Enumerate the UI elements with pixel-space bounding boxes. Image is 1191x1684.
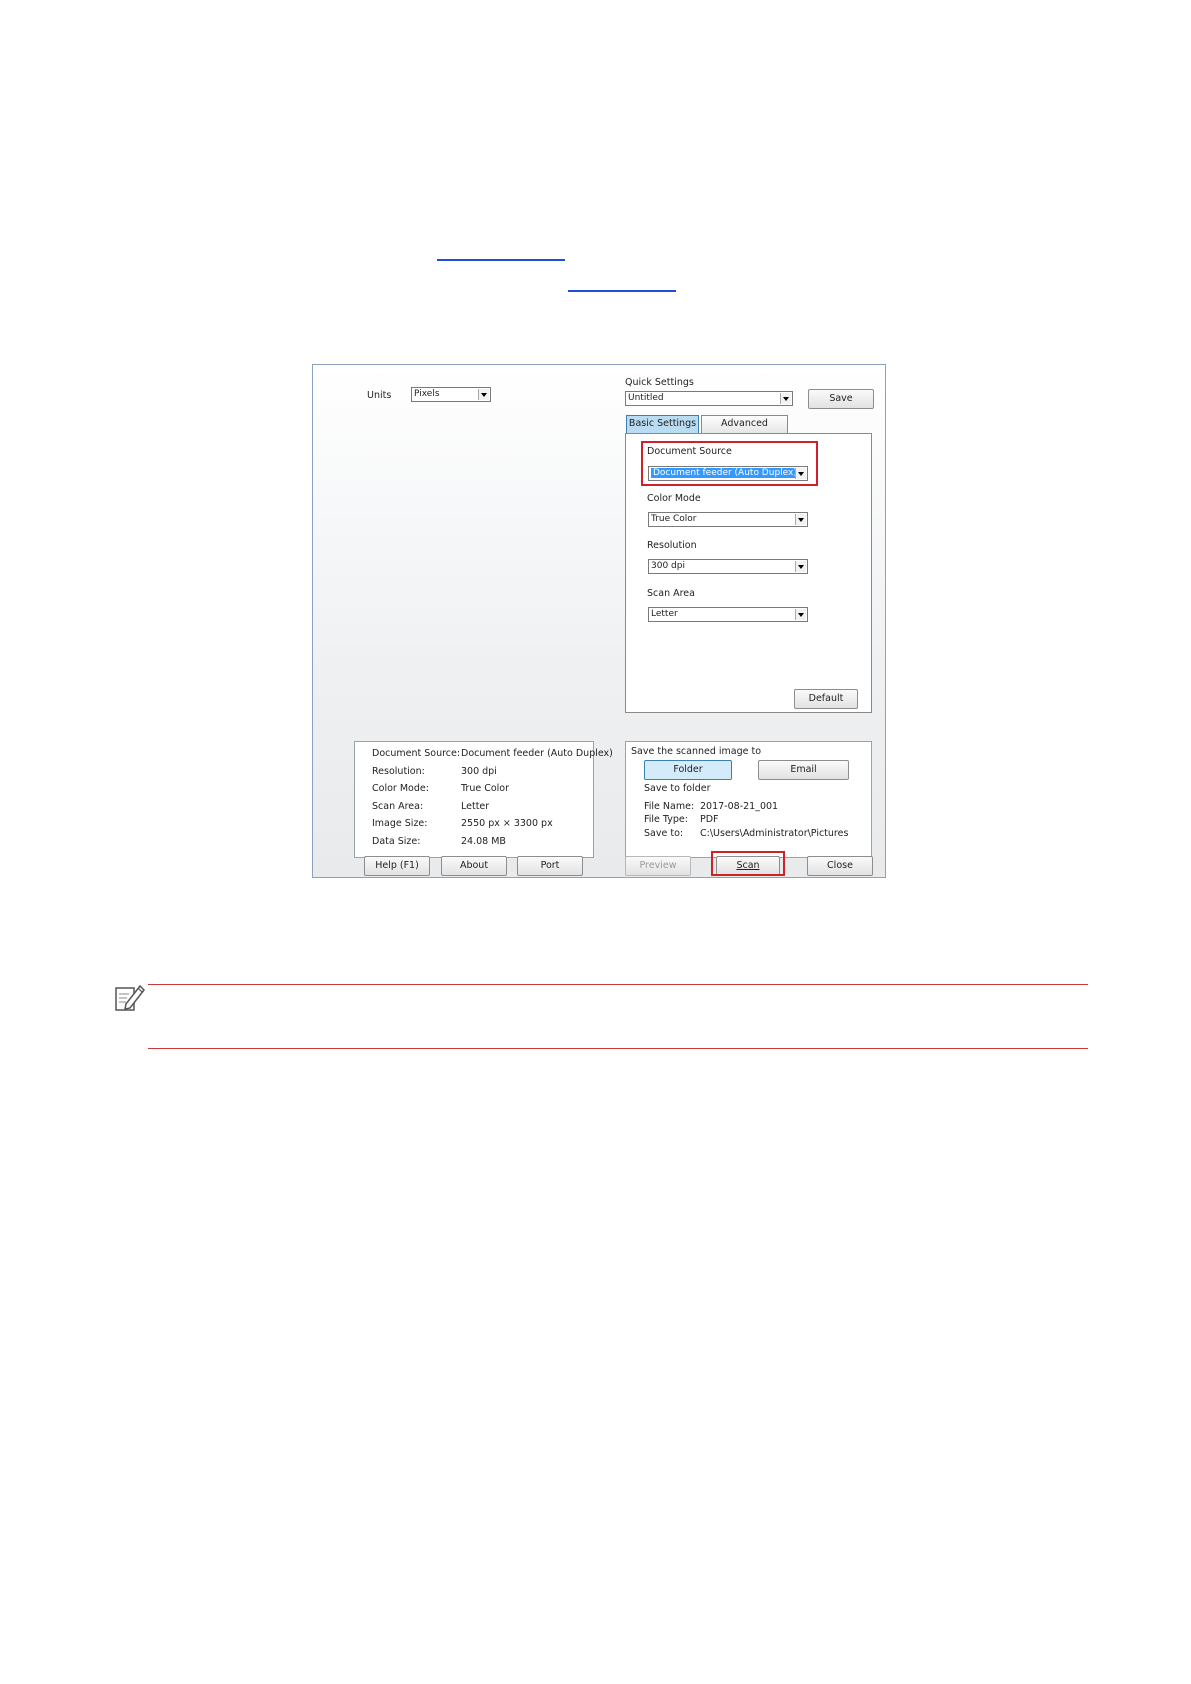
port-button[interactable]: Port <box>517 856 583 876</box>
quick-settings-select[interactable]: Untitled <box>625 391 793 406</box>
resolution-select[interactable]: 300 dpi <box>648 559 808 574</box>
file-type-label: File Type: <box>644 814 688 825</box>
resolution-value: 300 dpi <box>651 561 685 571</box>
scan-area-label: Scan Area <box>647 588 695 599</box>
info-value: 2550 px × 3300 px <box>461 818 553 829</box>
folder-button[interactable]: Folder <box>644 760 732 780</box>
info-label: Data Size: <box>372 835 421 847</box>
help-button[interactable]: Help (F1) <box>364 856 430 876</box>
info-label: Document Source: <box>372 748 461 759</box>
tab-advanced-settings[interactable]: Advanced Settings <box>701 415 788 445</box>
default-button[interactable]: Default <box>794 689 858 709</box>
color-mode-value: True Color <box>651 514 697 524</box>
file-type-value: PDF <box>700 814 719 825</box>
units-label: Units <box>367 390 392 401</box>
close-button[interactable]: Close <box>807 856 873 876</box>
highlight-scan-button <box>711 851 785 876</box>
color-mode-label: Color Mode <box>647 493 701 504</box>
chevron-down-icon[interactable] <box>478 389 489 400</box>
note-bottom-rule <box>148 1048 1088 1049</box>
scanner-dialog: Units Pixels Quick Settings Untitled Sav… <box>312 364 886 878</box>
file-name-value: 2017-08-21_001 <box>700 801 779 812</box>
email-button[interactable]: Email <box>758 760 849 780</box>
info-value: 24.08 MB <box>461 835 506 847</box>
save-button[interactable]: Save <box>808 389 874 409</box>
note-pencil-icon <box>114 982 146 1014</box>
file-name-label: File Name: <box>644 801 695 812</box>
save-to-value: C:\Users\Administrator\Pictures <box>700 828 849 839</box>
info-label: Color Mode: <box>372 783 429 794</box>
scan-area-select[interactable]: Letter <box>648 607 808 622</box>
info-label: Scan Area: <box>372 800 424 812</box>
info-label: Image Size: <box>372 818 428 829</box>
preview-button[interactable]: Preview <box>625 856 691 876</box>
link-underline-1[interactable] <box>437 259 565 261</box>
tab-basic-settings[interactable]: Basic Settings <box>626 415 699 433</box>
chevron-down-icon[interactable] <box>795 609 806 620</box>
scan-area-value: Letter <box>651 609 678 619</box>
highlight-document-source <box>641 441 818 486</box>
info-value: Document feeder (Auto Duplex) <box>461 748 613 759</box>
units-select[interactable]: Pixels <box>411 387 491 402</box>
link-underline-2[interactable] <box>568 290 676 292</box>
units-value: Pixels <box>414 389 440 399</box>
info-value: Letter <box>461 800 490 812</box>
save-to-label: Save to: <box>644 828 684 839</box>
scan-info-panel: Document Source: Document feeder (Auto Du… <box>354 741 613 858</box>
save-to-folder-label: Save to folder <box>644 783 711 794</box>
save-panel-title: Save the scanned image to <box>631 746 762 757</box>
info-value: True Color <box>461 783 510 794</box>
chevron-down-icon[interactable] <box>780 393 791 404</box>
quick-settings-label: Quick Settings <box>625 377 694 388</box>
quick-settings-value: Untitled <box>628 393 664 403</box>
chevron-down-icon[interactable] <box>795 561 806 572</box>
resolution-label: Resolution <box>647 540 697 551</box>
tab-basic-settings-label: Basic Settings <box>628 418 697 429</box>
info-label: Resolution: <box>372 765 425 777</box>
save-destination-panel: Save the scanned image to Folder Email S… <box>625 741 872 858</box>
color-mode-select[interactable]: True Color <box>648 512 808 527</box>
chevron-down-icon[interactable] <box>795 514 806 525</box>
about-button[interactable]: About <box>441 856 507 876</box>
note-top-rule <box>148 984 1088 985</box>
info-value: 300 dpi <box>461 765 497 777</box>
